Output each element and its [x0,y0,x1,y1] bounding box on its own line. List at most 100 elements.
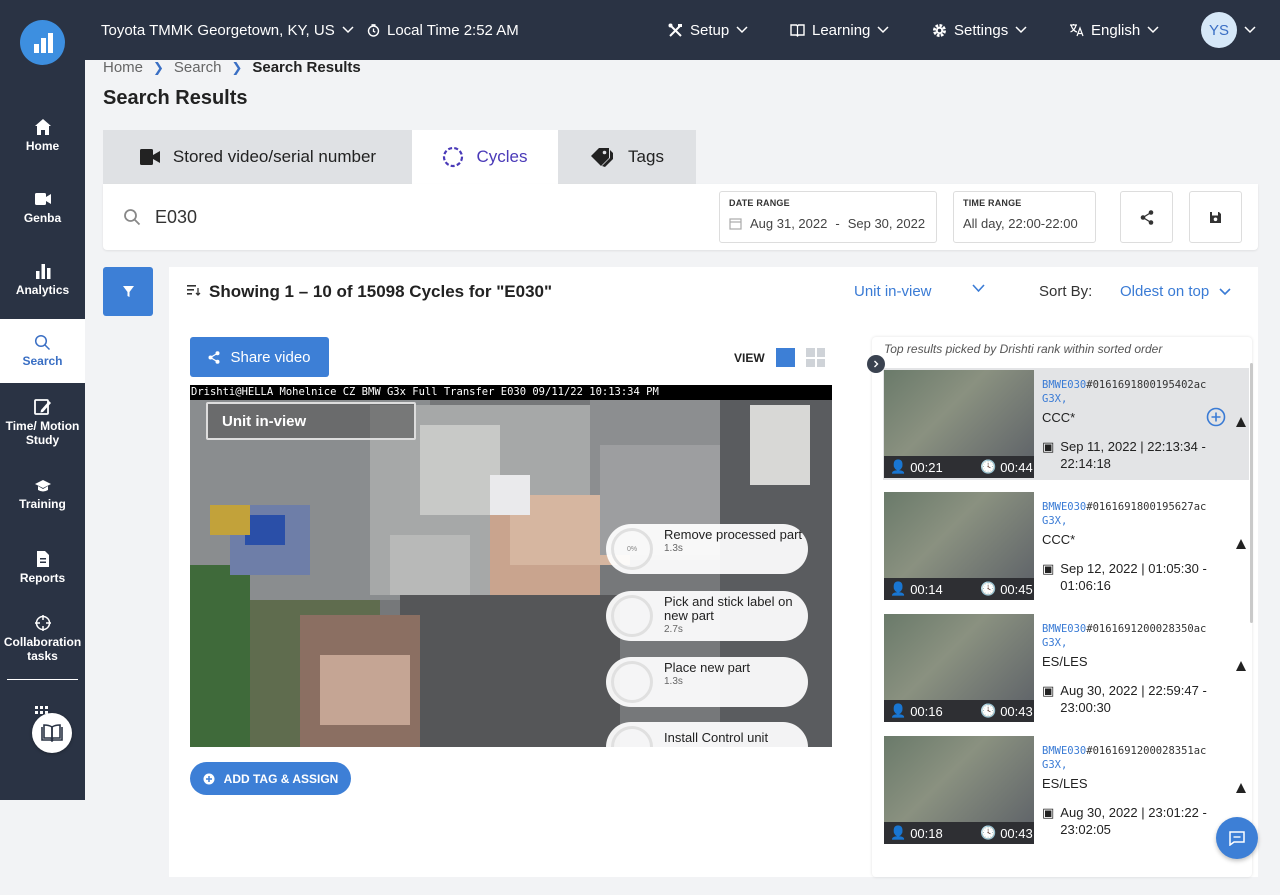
language-label: English [1091,21,1141,39]
result-card[interactable]: 👤 00:18 🕓 00:43 BMWE030#0161691200028351ac… [883,734,1249,846]
setup-menu[interactable]: Setup [668,0,748,60]
bar-chart-icon [35,264,50,279]
sidebar-item-genba[interactable]: Genba [0,190,85,225]
results-scrollbar[interactable] [1250,363,1253,623]
drishti-logo[interactable] [20,20,65,65]
breadcrumb-home[interactable]: Home [103,59,143,76]
sidebar-item-analytics[interactable]: Analytics [0,262,85,297]
search-tabs: Stored video/serial number Cycles Tags [103,130,696,184]
process-step[interactable]: Place new part 1.3s [606,657,808,707]
result-card[interactable]: 👤 00:16 🕓 00:43 BMWE030#0161691200028350ac… [883,612,1249,724]
breadcrumb: Home ❯ Search ❯ Search Results [103,59,361,76]
breadcrumb-search[interactable]: Search [174,59,222,76]
step-time: 2.7s [664,624,683,635]
book-icon [41,724,63,742]
save-icon [1210,211,1221,223]
sidebar-item-label: Collaboration tasks [3,635,82,663]
process-step[interactable]: Pick and stick label on new part 2.7s [606,591,808,641]
add-tag-assign-button[interactable]: ADD TAG & ASSIGN [190,762,351,795]
location-selector[interactable]: Toyota TMMK Georgetown, KY, US [101,0,354,60]
result-id: BMWE030#0161691800195402ac G3X, [1042,379,1207,405]
sort-by-label: Sort By: [1039,283,1093,300]
chevron-down-icon[interactable] [972,284,985,293]
sidebar-item-home[interactable]: Home [0,118,85,153]
chevron-right-icon: ❯ [153,59,164,75]
result-status: ES/LES [1042,654,1088,669]
user-menu[interactable]: YS [1201,0,1256,60]
tab-tags[interactable]: Tags [558,130,696,184]
sidebar-item-label: Analytics [15,283,70,297]
tab-label: Cycles [476,147,528,166]
chevron-down-icon [736,26,748,34]
top-results-panel: Top results picked by Drishti rank withi… [872,337,1252,877]
step-progress-ring: 0% [611,528,653,570]
person-icon: 👤 [890,703,907,718]
share-search-button[interactable] [1120,191,1173,243]
gear-icon [933,23,946,37]
result-thumbnail[interactable]: 👤 00:21 🕓 00:44 [884,370,1034,478]
result-id: BMWE030#0161691200028350ac G3X, [1042,623,1207,649]
sidebar-item-label: Genba [23,211,62,225]
save-search-button[interactable] [1189,191,1242,243]
sidebar: Home Genba Analytics Search Time/ Motion… [0,0,85,800]
date-range-picker[interactable]: DATE RANGE Aug 31, 2022 - Sep 30, 2022 [719,191,937,243]
person-icon: 👤 [890,581,907,596]
result-card[interactable]: 👤 00:21 🕓 00:44 BMWE030#0161691800195402ac… [883,368,1249,480]
sidebar-item-collaboration[interactable]: Collaboration tasks [0,614,85,663]
chevron-down-icon [877,26,889,34]
time-range-picker[interactable]: TIME RANGE All day, 22:00-22:00 [953,191,1096,243]
result-thumbnail[interactable]: 👤 00:14 🕓 00:45 [884,492,1034,600]
result-card[interactable]: 👤 00:14 🕓 00:45 BMWE030#0161691800195627ac… [883,490,1249,602]
filter-button[interactable] [103,267,153,316]
sidebar-item-training[interactable]: Training [0,478,85,511]
share-video-button[interactable]: Share video [190,337,329,377]
time-range-label: TIME RANGE [963,198,1022,208]
sort-order-value: Oldest on top [1120,283,1210,300]
learning-book-button[interactable] [32,713,72,753]
unit-view-select[interactable]: Unit in-view [854,283,932,300]
warning-icon [1236,661,1246,671]
learning-menu[interactable]: Learning [790,0,889,60]
process-step[interactable]: 0% Remove processed part 1.3s [606,524,808,574]
language-menu[interactable]: English [1069,0,1159,60]
top-results-caption: Top results picked by Drishti rank withi… [884,342,1163,356]
tag-icon [591,148,614,167]
process-step[interactable]: Install Control unit [606,722,808,747]
add-circle-icon[interactable] [1206,407,1226,427]
sidebar-item-time-motion[interactable]: Time/ Motion Study [0,398,85,447]
result-date: ▣ Aug 30, 2022 | 23:01:22 -23:02:05 [1042,805,1207,837]
warning-icon [1236,539,1246,549]
learning-label: Learning [812,21,871,39]
calendar-icon: ▣ [1042,805,1055,820]
sort-order-select[interactable]: Oldest on top [1120,283,1231,300]
date-range-label: DATE RANGE [729,198,790,208]
step-progress-ring [611,661,653,703]
step-name: Pick and stick label on new part [664,594,793,623]
tab-stored-video[interactable]: Stored video/serial number [103,130,412,184]
tab-cycles[interactable]: Cycles [412,130,558,184]
video-player[interactable]: Drishti@HELLA Mohelnice CZ BMW G3x Full … [190,385,832,747]
single-view-toggle[interactable] [776,348,795,367]
sidebar-item-search[interactable]: Search [0,319,85,383]
sidebar-item-reports[interactable]: Reports [0,550,85,585]
avatar: YS [1201,12,1237,48]
local-time-label: Local Time 2:52 AM [387,21,519,39]
chat-button[interactable] [1216,817,1258,859]
date-from: Aug 31, 2022 [750,216,828,231]
step-name: Remove processed part [664,527,803,542]
result-thumbnail[interactable]: 👤 00:16 🕓 00:43 [884,614,1034,722]
unit-in-view-overlay: Unit in-view [206,402,416,440]
person-icon: 👤 [890,459,907,474]
result-thumbnail[interactable]: 👤 00:18 🕓 00:43 [884,736,1034,844]
clock-icon: 🕓 [980,825,997,840]
grid-view-toggle[interactable] [806,348,825,367]
location-label: Toyota TMMK Georgetown, KY, US [101,21,335,39]
result-date: ▣ Sep 12, 2022 | 01:05:30 -01:06:16 [1042,561,1207,593]
date-separator: - [835,216,840,231]
settings-menu[interactable]: Settings [932,0,1027,60]
step-time: 1.3s [664,543,683,554]
video-camera-icon [139,149,160,165]
search-bar: DATE RANGE Aug 31, 2022 - Sep 30, 2022 T… [103,184,1258,250]
search-input[interactable] [155,202,675,232]
collapse-panel-button[interactable] [867,355,885,373]
